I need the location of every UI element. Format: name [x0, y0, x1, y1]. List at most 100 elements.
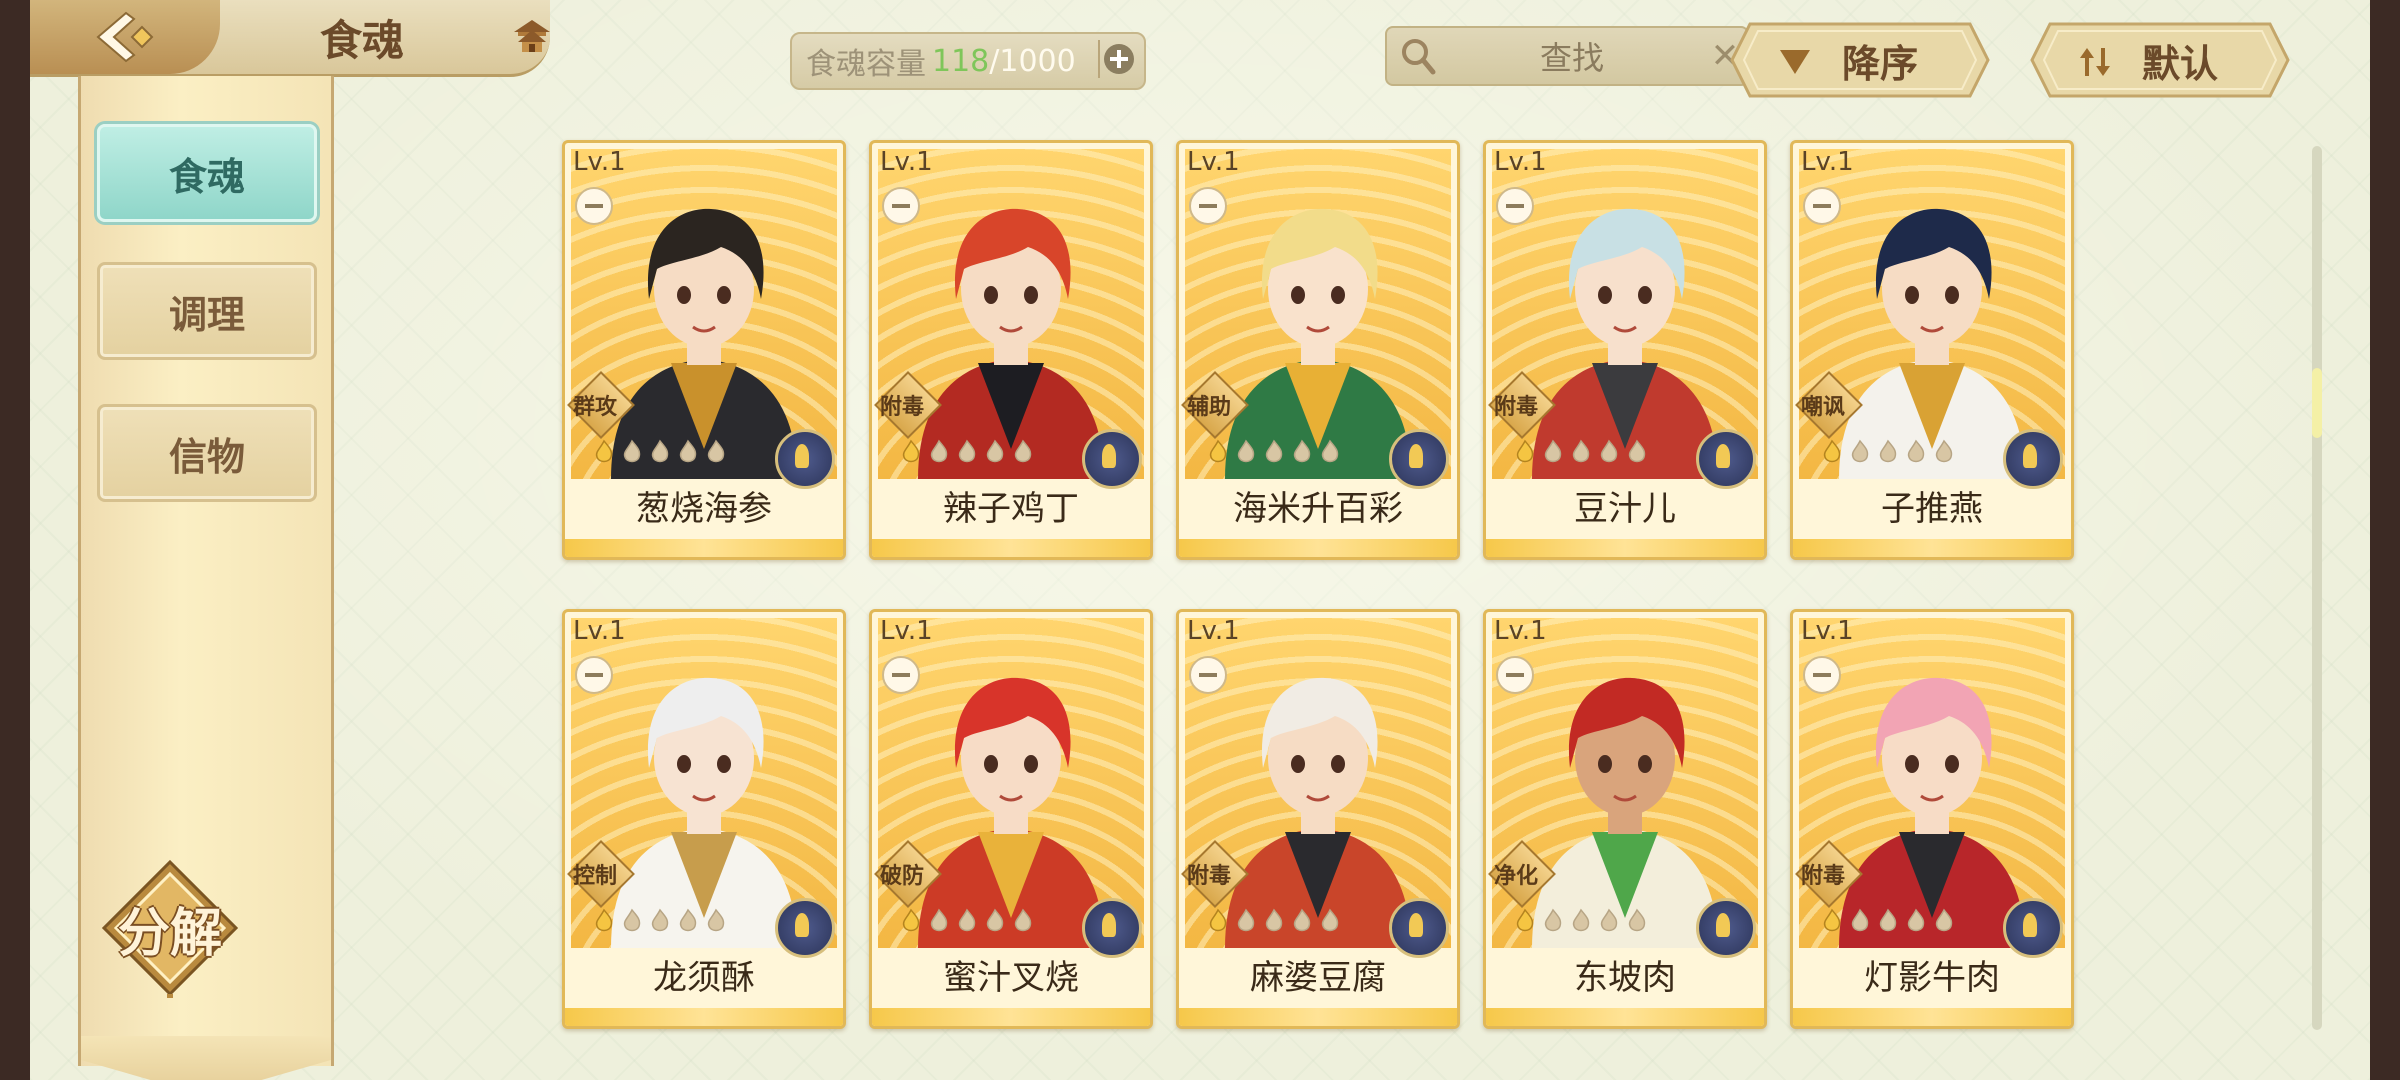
flame-star-icon: [1600, 908, 1618, 932]
flame-star-icon: [1516, 439, 1534, 463]
star-rating: [1512, 439, 1650, 465]
role-label: 群攻: [572, 395, 617, 420]
bento-icon: [575, 656, 613, 694]
tab-label: 信物: [168, 434, 245, 479]
pagoda-icon[interactable]: [510, 18, 554, 58]
food-soul-card[interactable]: Lv.1 群攻 葱烧海参: [562, 140, 846, 560]
card-footer: [872, 1008, 1150, 1026]
flame-star-icon: [1321, 439, 1339, 463]
star-rating: [1819, 439, 1957, 465]
element-emblem-icon: [2003, 898, 2063, 958]
food-soul-card[interactable]: Lv.1 附毒 麻婆豆腐: [1176, 609, 1460, 1029]
flame-star-icon: [623, 439, 641, 463]
flame-star-icon: [1572, 908, 1590, 932]
food-soul-card[interactable]: Lv.1 嘲讽 子推燕: [1790, 140, 2074, 560]
level-label: Lv.1: [1494, 147, 1547, 177]
tab-cooking[interactable]: 调理: [97, 262, 317, 360]
star-rating: [1512, 908, 1650, 934]
title-tab: 食魂: [220, 0, 560, 74]
game-screen: 食魂 食魂容量 118 / 1000 查找 ✕ 降序 默认 食魂 调理 信物 分…: [30, 0, 2370, 1080]
level-label: Lv.1: [880, 616, 933, 646]
capacity-max: 1000: [999, 43, 1076, 79]
flame-star-icon: [1265, 439, 1283, 463]
back-arrow-icon: [96, 11, 154, 63]
flame-star-icon: [986, 908, 1004, 932]
card-footer: [565, 1008, 843, 1026]
flame-star-icon: [1935, 908, 1953, 932]
flame-star-icon: [930, 439, 948, 463]
flame-star-icon: [1544, 439, 1562, 463]
flame-star-icon: [623, 908, 641, 932]
flame-star-icon: [1628, 908, 1646, 932]
flame-star-icon: [1544, 908, 1562, 932]
food-soul-card[interactable]: Lv.1 净化 东坡肉: [1483, 609, 1767, 1029]
card-footer: [1179, 539, 1457, 557]
page-title: 食魂: [320, 15, 405, 65]
role-label: 净化: [1493, 864, 1538, 889]
level-label: Lv.1: [1187, 147, 1240, 177]
sort-mode-button[interactable]: 默认: [2030, 22, 2290, 98]
tab-food-souls[interactable]: 食魂: [97, 124, 317, 222]
level-label: Lv.1: [1187, 616, 1240, 646]
sort-mode-label: 默认: [2141, 41, 2218, 86]
flame-star-icon: [1907, 908, 1925, 932]
flame-star-icon: [1209, 439, 1227, 463]
card-footer: [1793, 1008, 2071, 1026]
tab-label: 食魂: [168, 154, 245, 199]
character-name: 蜜汁叉烧: [872, 954, 1150, 1002]
element-emblem-icon: [1082, 898, 1142, 958]
food-soul-card[interactable]: Lv.1 附毒 豆汁儿: [1483, 140, 1767, 560]
character-name: 子推燕: [1793, 485, 2071, 533]
sort-order-label: 降序: [1841, 41, 1918, 86]
role-badge: 附毒: [1179, 840, 1249, 908]
sort-order-button[interactable]: 降序: [1730, 22, 1990, 98]
bento-icon: [1496, 656, 1534, 694]
flame-star-icon: [902, 439, 920, 463]
capacity-current: 118: [932, 43, 990, 79]
element-emblem-icon: [2003, 429, 2063, 489]
food-soul-card[interactable]: Lv.1 破防 蜜汁叉烧: [869, 609, 1153, 1029]
star-rating: [1205, 439, 1343, 465]
level-label: Lv.1: [1801, 616, 1854, 646]
character-name: 葱烧海参: [565, 485, 843, 533]
bento-icon: [1803, 656, 1841, 694]
role-label: 附毒: [1186, 864, 1231, 889]
bento-icon: [575, 187, 613, 225]
food-soul-card[interactable]: Lv.1 辅助 海米升百彩: [1176, 140, 1460, 560]
element-emblem-icon: [1389, 898, 1449, 958]
character-name: 辣子鸡丁: [872, 485, 1150, 533]
bento-icon: [1803, 187, 1841, 225]
role-label: 附毒: [1800, 864, 1845, 889]
flame-star-icon: [1935, 439, 1953, 463]
food-soul-card[interactable]: Lv.1 附毒 辣子鸡丁: [869, 140, 1153, 560]
level-label: Lv.1: [1494, 616, 1547, 646]
add-capacity-button[interactable]: [1098, 40, 1138, 78]
decompose-button[interactable]: 分解: [100, 858, 240, 1026]
flame-star-icon: [1823, 439, 1841, 463]
element-emblem-icon: [1696, 429, 1756, 489]
role-badge: 附毒: [1486, 371, 1556, 439]
star-rating: [898, 908, 1036, 934]
character-name: 东坡肉: [1486, 954, 1764, 1002]
star-rating: [1819, 908, 1957, 934]
flame-star-icon: [595, 908, 613, 932]
role-badge: 嘲讽: [1793, 371, 1863, 439]
search-field[interactable]: 查找 ✕: [1385, 26, 1749, 86]
back-button[interactable]: [30, 0, 220, 74]
flame-star-icon: [1879, 908, 1897, 932]
capacity-separator: /: [989, 43, 1000, 79]
tab-tokens[interactable]: 信物: [97, 404, 317, 502]
food-soul-card[interactable]: Lv.1 控制 龙须酥: [562, 609, 846, 1029]
food-soul-card[interactable]: Lv.1 附毒 灯影牛肉: [1790, 609, 2074, 1029]
flame-star-icon: [1237, 908, 1255, 932]
role-badge: 群攻: [565, 371, 635, 439]
flame-star-icon: [707, 908, 725, 932]
character-name: 海米升百彩: [1179, 485, 1457, 533]
capacity-display: 食魂容量 118 / 1000: [790, 32, 1146, 90]
flame-star-icon: [1265, 908, 1283, 932]
scrollbar[interactable]: [2312, 146, 2322, 1030]
sort-arrows-icon: [2080, 48, 2110, 76]
scroll-thumb[interactable]: [2312, 368, 2322, 438]
character-name: 豆汁儿: [1486, 485, 1764, 533]
flame-star-icon: [1014, 439, 1032, 463]
